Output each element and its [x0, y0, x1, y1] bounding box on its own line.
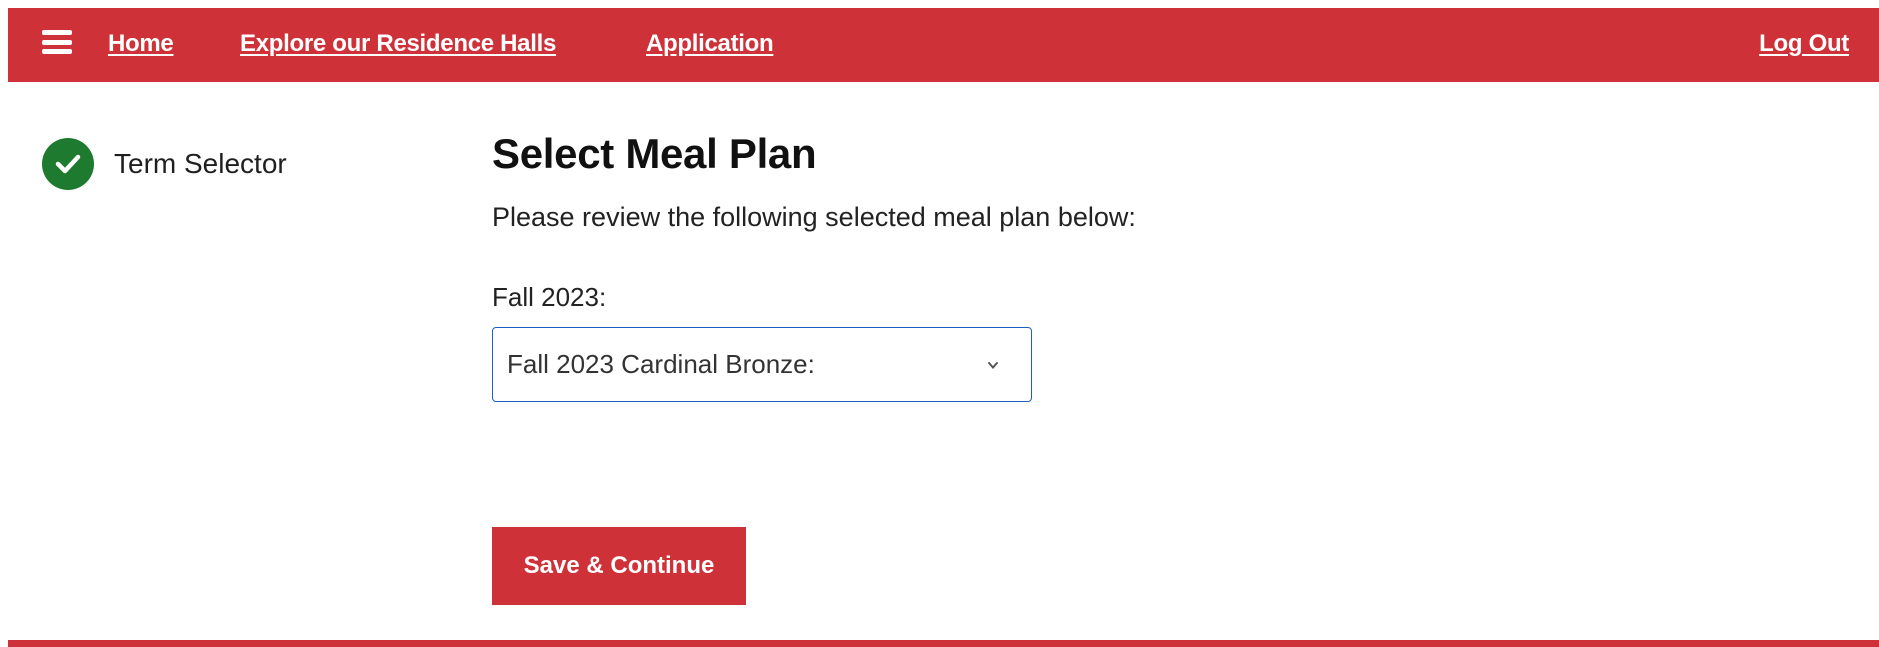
intro-text: Please review the following selected mea…	[492, 202, 1136, 232]
sidebar-step-label: Term Selector	[114, 148, 287, 179]
page-title: Select Meal Plan	[492, 130, 817, 177]
footer-bar	[8, 640, 1879, 647]
sidebar-step-term-selector[interactable]: Term Selector	[42, 138, 287, 190]
term-label: Fall 2023:	[492, 282, 607, 312]
logout-link[interactable]: Log Out	[1759, 30, 1849, 58]
hamburger-menu-icon[interactable]	[42, 30, 72, 54]
check-icon	[42, 138, 94, 190]
chevron-down-icon	[988, 362, 998, 370]
top-navigation-bar: Home Explore our Residence Halls Applica…	[8, 8, 1879, 82]
meal-plan-select-value: Fall 2023 Cardinal Bronze:	[507, 349, 815, 379]
nav-link-explore-residence-halls[interactable]: Explore our Residence Halls	[240, 30, 556, 58]
nav-link-application[interactable]: Application	[646, 30, 774, 58]
nav-link-home[interactable]: Home	[108, 30, 174, 58]
main-content: Select Meal Plan Please review the follo…	[492, 130, 1136, 605]
meal-plan-select[interactable]: Fall 2023 Cardinal Bronze:	[492, 327, 1032, 402]
save-and-continue-button[interactable]: Save & Continue	[492, 527, 746, 605]
